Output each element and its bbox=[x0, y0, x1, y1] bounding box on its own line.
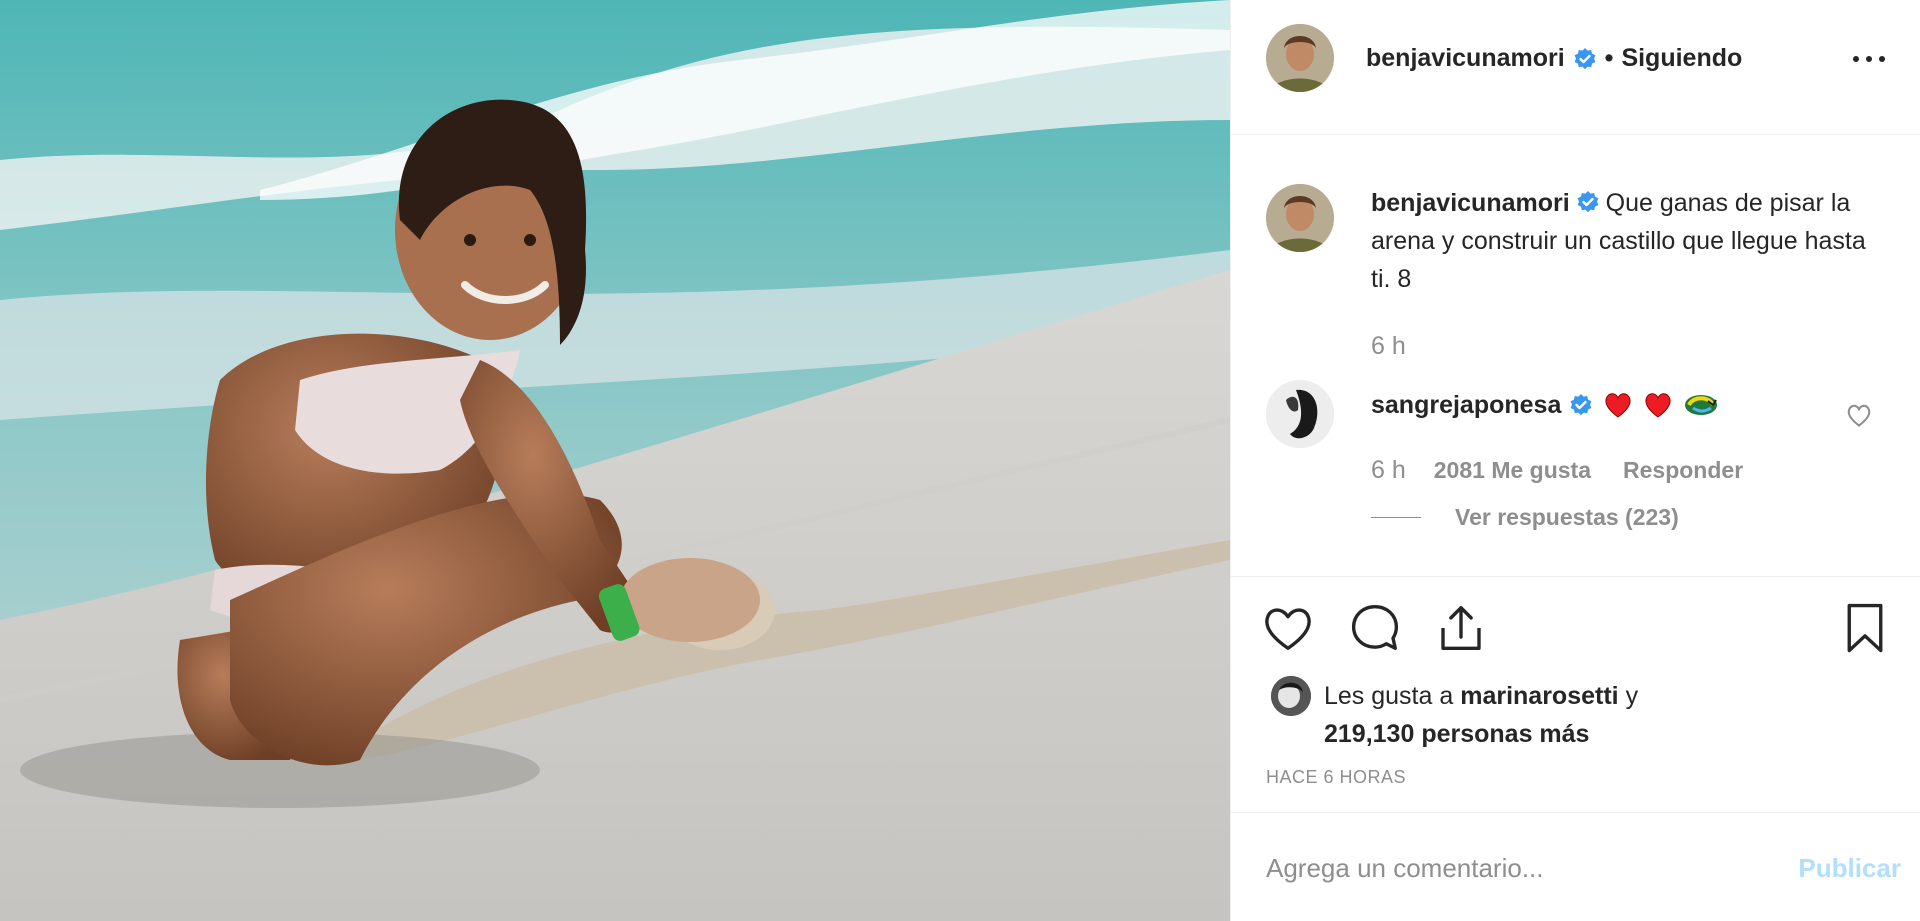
verified-badge-icon bbox=[1570, 394, 1592, 416]
comment-meta: 6 h 2081 Me gusta Responder bbox=[1371, 456, 1775, 485]
liker-username[interactable]: marinarosetti bbox=[1460, 682, 1618, 710]
post-side-panel: benjavicunamori • Siguiendo benjavicunam… bbox=[1230, 0, 1920, 921]
more-dot bbox=[1853, 56, 1859, 62]
view-replies-button[interactable]: Ver respuestas (223) bbox=[1371, 504, 1679, 531]
header-separator: • bbox=[1604, 44, 1614, 72]
caption: benjavicunamori Que ganas de pisar la ar… bbox=[1371, 184, 1891, 298]
post-timestamp: HACE 6 HORAS bbox=[1266, 767, 1407, 787]
caption-author-avatar[interactable] bbox=[1266, 184, 1334, 252]
liker-avatar[interactable] bbox=[1271, 676, 1311, 716]
caption-time: 6 h bbox=[1371, 332, 1406, 360]
view-replies-label: Ver respuestas (223) bbox=[1455, 504, 1679, 530]
likes-count-link[interactable]: 219,130 personas más bbox=[1324, 720, 1589, 748]
recycle-emoji-icon bbox=[1685, 395, 1718, 415]
publish-button[interactable]: Publicar bbox=[1798, 853, 1901, 884]
heart-icon[interactable] bbox=[1261, 601, 1315, 655]
small-heart-icon[interactable] bbox=[1845, 401, 1873, 429]
comments-section: benjavicunamori Que ganas de pisar la ar… bbox=[1231, 136, 1920, 576]
comment-input[interactable] bbox=[1266, 843, 1766, 893]
commenter-avatar-image bbox=[1266, 380, 1334, 448]
more-options-icon[interactable] bbox=[1847, 44, 1891, 74]
add-comment-bar: Publicar bbox=[1231, 812, 1920, 921]
comment-time: 6 h bbox=[1371, 456, 1406, 484]
author-avatar-image bbox=[1266, 24, 1334, 92]
author-avatar[interactable] bbox=[1266, 24, 1334, 92]
heart-emoji-icon bbox=[1605, 393, 1631, 418]
caption-avatar-image bbox=[1266, 184, 1334, 252]
share-icon[interactable] bbox=[1434, 601, 1488, 655]
likes-prefix: Les gusta a bbox=[1324, 682, 1454, 710]
reply-button[interactable]: Responder bbox=[1623, 457, 1743, 484]
replies-divider bbox=[1371, 517, 1421, 518]
beach-photo-illustration bbox=[0, 0, 1230, 921]
bookmark-icon[interactable] bbox=[1838, 601, 1892, 655]
comment-line: sangrejaponesa bbox=[1371, 390, 1719, 420]
commenter-username[interactable]: sangrejaponesa bbox=[1371, 391, 1561, 420]
post-actions: Les gusta a marinarosetti y 219,130 pers… bbox=[1231, 576, 1920, 816]
heart-emoji-icon bbox=[1645, 393, 1671, 418]
comment-likes-link[interactable]: 2081 Me gusta bbox=[1434, 457, 1591, 484]
author-username[interactable]: benjavicunamori bbox=[1366, 44, 1565, 73]
likes-joiner: y bbox=[1625, 682, 1639, 710]
comment-icon[interactable] bbox=[1348, 601, 1402, 655]
commenter-avatar[interactable] bbox=[1266, 380, 1334, 448]
header-user-line: benjavicunamori • Siguiendo bbox=[1366, 44, 1742, 73]
liker-avatar-image bbox=[1271, 676, 1311, 716]
post-photo bbox=[0, 0, 1230, 921]
caption-username[interactable]: benjavicunamori bbox=[1371, 189, 1570, 217]
more-dot bbox=[1879, 56, 1885, 62]
post-header: benjavicunamori • Siguiendo bbox=[1231, 0, 1920, 135]
verified-badge-icon bbox=[1577, 191, 1599, 213]
likes-summary: Les gusta a marinarosetti y 219,130 pers… bbox=[1324, 677, 1824, 753]
more-dot bbox=[1866, 56, 1872, 62]
follow-status-button[interactable]: Siguiendo bbox=[1621, 44, 1742, 73]
verified-badge-icon bbox=[1574, 47, 1596, 69]
